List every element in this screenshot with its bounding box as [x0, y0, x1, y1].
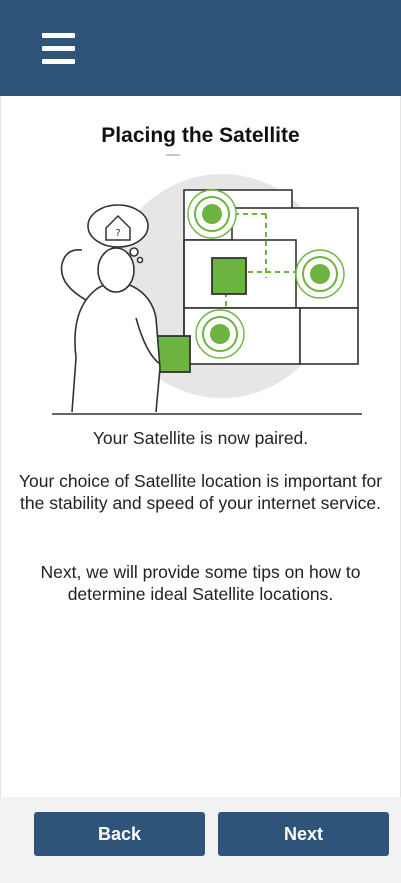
top-app-bar — [0, 0, 401, 96]
title-divider — [166, 154, 180, 156]
hamburger-menu-icon-line — [42, 46, 75, 51]
menu-button[interactable] — [40, 30, 78, 68]
next-button[interactable]: Next — [218, 812, 389, 856]
hamburger-menu-icon — [42, 33, 75, 38]
satellite-placement-illustration: ? — [52, 168, 362, 418]
next-tips-message: Next, we will provide some tips on how t… — [40, 562, 361, 604]
paired-message: Your Satellite is now paired. — [92, 428, 309, 448]
page-title: Placing the Satellite — [101, 124, 300, 147]
hamburger-menu-icon-line — [42, 59, 75, 64]
location-importance-message: Your choice of Satellite location is imp… — [18, 471, 383, 513]
back-button[interactable]: Back — [34, 812, 205, 856]
svg-text:?: ? — [115, 228, 120, 239]
